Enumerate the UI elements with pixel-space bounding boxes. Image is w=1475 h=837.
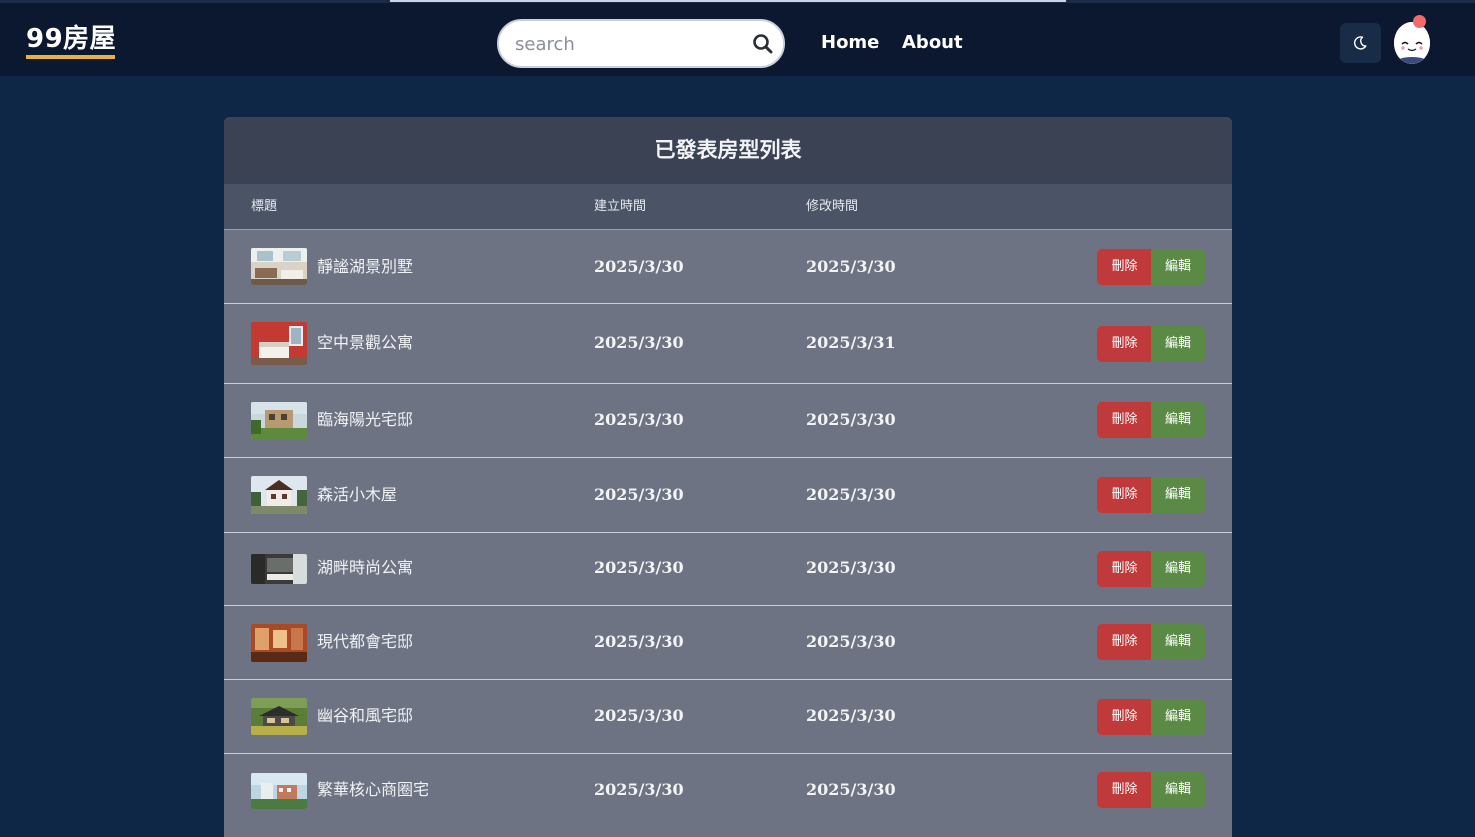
- search-box: [497, 19, 785, 68]
- logo-underline: [26, 55, 115, 59]
- table-row: 森活小木屋 2025/3/30 2025/3/30 刪除 編輯: [224, 458, 1232, 533]
- row-modified-date: 2025/3/30: [806, 485, 896, 504]
- delete-button[interactable]: 刪除: [1097, 772, 1152, 808]
- row-title[interactable]: 空中景觀公寓: [317, 333, 413, 353]
- table-row: 空中景觀公寓 2025/3/30 2025/3/31 刪除 編輯: [224, 304, 1232, 384]
- nav-link-about[interactable]: About: [902, 31, 963, 55]
- edit-button[interactable]: 編輯: [1151, 249, 1205, 285]
- edit-button[interactable]: 編輯: [1151, 624, 1205, 660]
- search-icon[interactable]: [752, 33, 774, 55]
- row-modified-date: 2025/3/30: [806, 632, 896, 651]
- panel-header: 已發表房型列表: [224, 117, 1232, 184]
- row-created-date: 2025/3/30: [594, 410, 684, 429]
- row-title[interactable]: 現代都會宅邸: [317, 632, 413, 652]
- row-title[interactable]: 森活小木屋: [317, 485, 397, 505]
- edit-button[interactable]: 編輯: [1151, 402, 1205, 438]
- user-avatar[interactable]: [1394, 22, 1430, 64]
- delete-button[interactable]: 刪除: [1097, 326, 1152, 362]
- property-thumbnail: [251, 322, 307, 365]
- row-title[interactable]: 湖畔時尚公寓: [317, 558, 413, 578]
- table-row: 現代都會宅邸 2025/3/30 2025/3/30 刪除 編輯: [224, 606, 1232, 680]
- delete-button[interactable]: 刪除: [1097, 249, 1152, 285]
- edit-button[interactable]: 編輯: [1151, 477, 1205, 513]
- delete-button[interactable]: 刪除: [1097, 624, 1152, 660]
- property-thumbnail: [251, 476, 307, 514]
- row-created-date: 2025/3/30: [594, 632, 684, 651]
- delete-button[interactable]: 刪除: [1097, 402, 1152, 438]
- row-created-date: 2025/3/30: [594, 780, 684, 799]
- delete-button[interactable]: 刪除: [1097, 477, 1152, 513]
- delete-button[interactable]: 刪除: [1097, 699, 1152, 735]
- nav-link-home[interactable]: Home: [821, 31, 879, 55]
- nav-highlight-line: [390, 0, 1066, 2]
- room-list-panel: 已發表房型列表 標題 建立時間 修改時間 靜謐湖景別墅 2025/3/30 20…: [224, 117, 1232, 837]
- notification-dot: [1413, 15, 1426, 28]
- row-title[interactable]: 繁華核心商圈宅: [317, 780, 429, 800]
- row-title[interactable]: 幽谷和風宅邸: [317, 706, 413, 726]
- row-title[interactable]: 臨海陽光宅邸: [317, 410, 413, 430]
- row-modified-date: 2025/3/30: [806, 257, 896, 276]
- edit-button[interactable]: 編輯: [1151, 699, 1205, 735]
- row-created-date: 2025/3/30: [594, 485, 684, 504]
- column-header-title: 標題: [251, 199, 278, 214]
- delete-button[interactable]: 刪除: [1097, 551, 1152, 587]
- table-row: 靜謐湖景別墅 2025/3/30 2025/3/30 刪除 編輯: [224, 230, 1232, 304]
- theme-toggle-button[interactable]: [1340, 23, 1381, 63]
- row-created-date: 2025/3/30: [594, 257, 684, 276]
- row-modified-date: 2025/3/30: [806, 780, 896, 799]
- table-row: 臨海陽光宅邸 2025/3/30 2025/3/30 刪除 編輯: [224, 384, 1232, 458]
- search-input[interactable]: [515, 31, 735, 57]
- edit-button[interactable]: 編輯: [1151, 772, 1205, 808]
- row-modified-date: 2025/3/31: [806, 333, 896, 352]
- row-modified-date: 2025/3/30: [806, 410, 896, 429]
- column-header-modified: 修改時間: [806, 199, 859, 214]
- property-thumbnail: [251, 698, 307, 735]
- row-title[interactable]: 靜謐湖景別墅: [317, 257, 413, 277]
- property-thumbnail: [251, 624, 307, 662]
- avatar-icon: [1394, 22, 1430, 64]
- row-created-date: 2025/3/30: [594, 333, 684, 352]
- table-row: 繁華核心商圈宅 2025/3/30 2025/3/30 刪除 編輯: [224, 754, 1232, 837]
- row-modified-date: 2025/3/30: [806, 706, 896, 725]
- table-row: 幽谷和風宅邸 2025/3/30 2025/3/30 刪除 編輯: [224, 680, 1232, 754]
- column-header-created: 建立時間: [594, 199, 647, 214]
- panel-title: 已發表房型列表: [654, 138, 802, 162]
- edit-button[interactable]: 編輯: [1151, 326, 1205, 362]
- edit-button[interactable]: 編輯: [1151, 551, 1205, 587]
- row-created-date: 2025/3/30: [594, 558, 684, 577]
- top-navbar: 99房屋 Home About: [0, 0, 1475, 76]
- moon-icon: [1353, 36, 1367, 50]
- row-modified-date: 2025/3/30: [806, 558, 896, 577]
- property-thumbnail: [251, 248, 307, 285]
- table-header: 標題 建立時間 修改時間: [224, 184, 1232, 230]
- row-created-date: 2025/3/30: [594, 706, 684, 725]
- site-logo[interactable]: 99房屋: [26, 23, 116, 55]
- property-thumbnail: [251, 402, 307, 439]
- property-thumbnail: [251, 554, 307, 584]
- table-row: 湖畔時尚公寓 2025/3/30 2025/3/30 刪除 編輯: [224, 533, 1232, 606]
- property-thumbnail: [251, 773, 307, 809]
